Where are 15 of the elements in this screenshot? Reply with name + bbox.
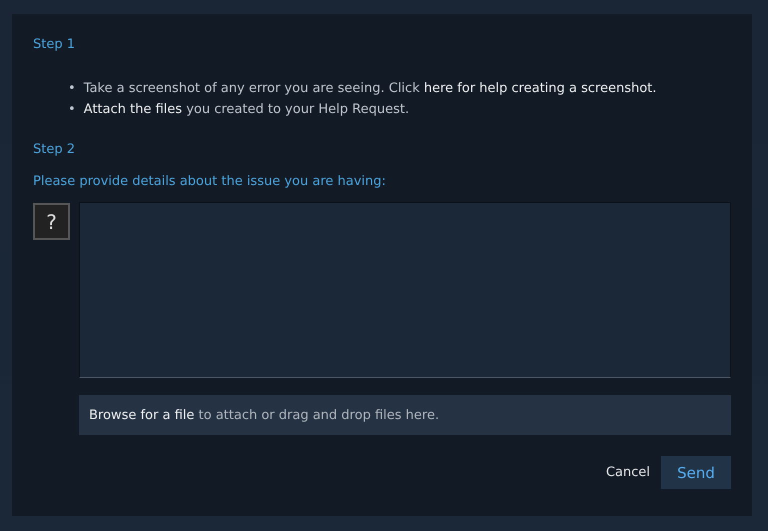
cancel-button[interactable]: Cancel bbox=[606, 461, 650, 484]
details-field[interactable] bbox=[79, 202, 731, 378]
prompt-text: Please provide details about the issue you are having: bbox=[33, 174, 387, 189]
help-button[interactable]: ? bbox=[33, 203, 70, 240]
instruction-text: Attach the files you created to your Help Request. bbox=[84, 101, 410, 119]
file-drop-zone[interactable]: Browse for a file to attach or drag and drop files here. bbox=[79, 395, 731, 435]
step-heading: Step 1 bbox=[33, 37, 76, 52]
bullet: • bbox=[68, 101, 76, 119]
link[interactable]: Attach the files bbox=[84, 102, 182, 117]
link[interactable]: here for help creating a screenshot. bbox=[424, 81, 657, 96]
step-heading: Step 2 bbox=[33, 142, 76, 157]
instruction-text: Take a screenshot of any error you are seeing. Click here for help creating a screenshot. bbox=[84, 80, 657, 98]
bullet: • bbox=[68, 80, 76, 98]
send-button[interactable]: Send bbox=[661, 456, 731, 489]
link[interactable]: Browse for a file bbox=[89, 408, 194, 422]
